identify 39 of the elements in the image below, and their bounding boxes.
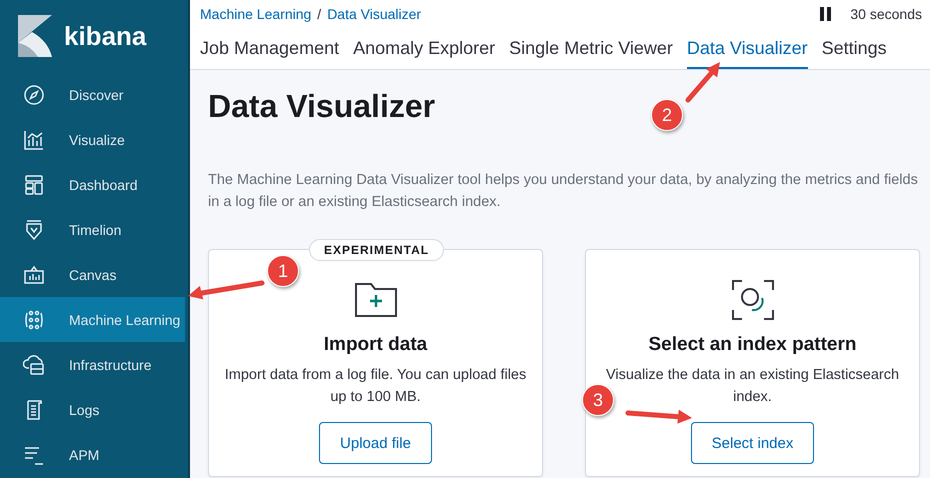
cloud-icon	[23, 354, 45, 376]
card-title: Select an index pattern	[648, 334, 856, 356]
chart-icon	[23, 128, 45, 150]
compass-icon	[23, 84, 45, 106]
nav-item[interactable]: Dashboard	[0, 162, 185, 207]
folder-plus-icon	[354, 280, 396, 320]
tab[interactable]: Job Management	[200, 28, 340, 69]
card-button[interactable]: Upload file	[319, 422, 432, 464]
nav-item[interactable]: Infrastructure	[0, 342, 185, 387]
tab[interactable]: Single Metric Viewer	[509, 28, 673, 69]
page-title: Data Visualizer	[208, 88, 436, 125]
pause-icon[interactable]	[820, 7, 832, 21]
nav-item[interactable]: Timelion	[0, 207, 185, 252]
card-title: Import data	[324, 334, 428, 356]
nav-item[interactable]: Visualize	[0, 117, 185, 162]
breadcrumb-link[interactable]: Machine Learning	[200, 6, 312, 22]
nav-item[interactable]: Canvas	[0, 252, 185, 297]
canvas-icon	[23, 264, 45, 286]
tab[interactable]: Anomaly Explorer	[353, 28, 496, 69]
brand-name: kibana	[64, 20, 146, 52]
step-number-badge: 2	[651, 99, 683, 131]
annotation-arrow	[686, 62, 720, 102]
breadcrumb-separator: /	[317, 6, 322, 22]
dots-icon	[23, 308, 45, 330]
card-button[interactable]: Select index	[690, 422, 814, 464]
breadcrumb-link[interactable]: Data Visualizer	[327, 6, 422, 22]
nav-item[interactable]: Discover	[0, 72, 185, 117]
nav-item[interactable]: Logs	[0, 387, 185, 432]
nav-item[interactable]: APM	[0, 432, 185, 477]
annotation-arrow	[626, 410, 692, 424]
logo-icon	[18, 15, 52, 57]
card-text: Import data from a log file. You can upload files up to 100 MB.	[224, 366, 528, 407]
page-description: The Machine Learning Data Visualizer tool helps you understand your data, by analyzing the metrics and fields in a log file or an existing Elasticsearch index.	[208, 171, 918, 212]
index-pattern-icon	[732, 280, 774, 320]
nav-item[interactable]: Machine Learning	[0, 297, 185, 342]
tab[interactable]: Settings	[822, 28, 887, 69]
refresh-interval[interactable]: 30 seconds	[850, 6, 922, 22]
experimental-badge: EXPERIMENTAL	[309, 239, 444, 261]
dashboard-icon	[23, 174, 45, 196]
